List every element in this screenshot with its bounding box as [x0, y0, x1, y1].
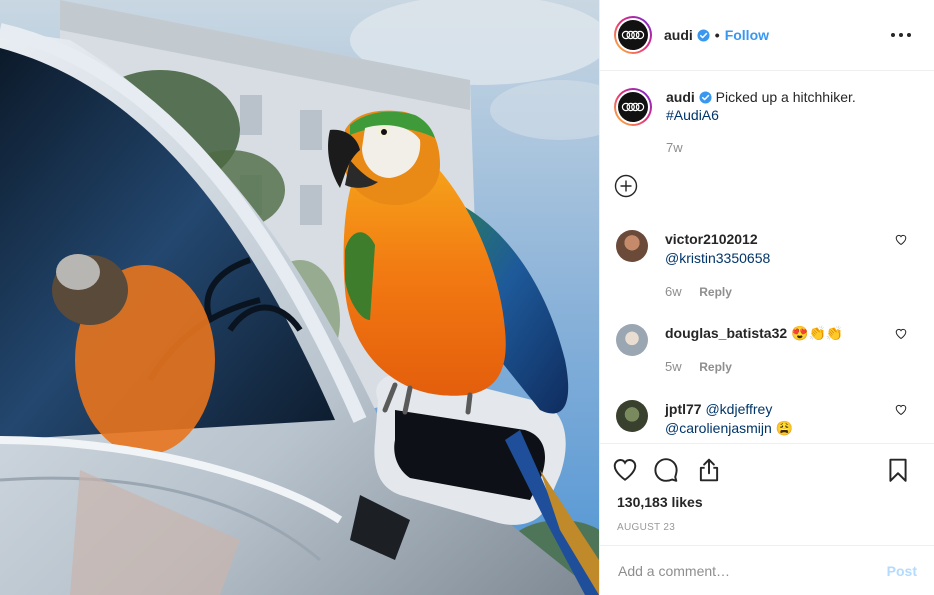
- comment-mention[interactable]: @kdjeffrey: [705, 401, 772, 417]
- plus-circle-icon[interactable]: [614, 174, 638, 198]
- comment-body: victor2102012 @kristin3350658 6w Reply: [665, 230, 885, 302]
- comment-item: douglas_batista32 😍👏👏 5w Reply: [616, 324, 921, 377]
- comment-icon[interactable]: [653, 457, 679, 483]
- caption-text-block: audi Picked up a hitchhiker. #AudiA6 7w: [666, 88, 906, 157]
- add-comment-bar: Post: [600, 545, 934, 595]
- author-avatar[interactable]: [614, 16, 652, 54]
- comment-time[interactable]: 6w: [665, 284, 682, 299]
- post-date: AUGUST 23: [617, 522, 676, 533]
- comment-input[interactable]: [618, 562, 868, 579]
- reply-button[interactable]: Reply: [699, 360, 732, 374]
- comment-mention[interactable]: @carolienjasmijn: [665, 420, 772, 436]
- author-username[interactable]: audi: [664, 27, 693, 43]
- commenter-avatar[interactable]: [616, 400, 648, 432]
- caption-hashtag[interactable]: #AudiA6: [666, 107, 719, 123]
- caption-text: Picked up a hitchhiker.: [715, 89, 856, 105]
- more-options-icon[interactable]: [891, 25, 911, 45]
- comment-username[interactable]: jptl77: [665, 401, 702, 417]
- separator-dot: •: [714, 27, 720, 43]
- audi-rings-icon: [618, 20, 648, 50]
- post-photo[interactable]: [0, 0, 599, 595]
- comment-username[interactable]: victor2102012: [665, 231, 758, 247]
- bookmark-icon[interactable]: [885, 457, 911, 483]
- post-caption: audi Picked up a hitchhiker. #AudiA6 7w: [614, 88, 914, 157]
- comment-item: jptl77 @kdjeffrey @carolienjasmijn 😩: [616, 400, 921, 438]
- caption-time-text[interactable]: 7w: [666, 140, 683, 155]
- follow-button[interactable]: Follow: [725, 27, 769, 43]
- comment-heart-icon[interactable]: [895, 404, 907, 416]
- post-actions: 130,183 likes AUGUST 23: [600, 443, 934, 545]
- parrot-on-car-mirror-image: [0, 0, 599, 595]
- caption-username[interactable]: audi: [666, 89, 695, 105]
- comment-meta: 5w Reply: [665, 357, 885, 377]
- comment-heart-icon[interactable]: [895, 328, 907, 340]
- comments-list[interactable]: audi Picked up a hitchhiker. #AudiA6 7w: [600, 72, 934, 442]
- post-header: audi • Follow: [600, 0, 934, 71]
- author-info: audi • Follow: [664, 27, 769, 43]
- share-icon[interactable]: [696, 457, 722, 483]
- caption-author-avatar[interactable]: [614, 88, 652, 126]
- comment-username[interactable]: douglas_batista32: [665, 325, 787, 341]
- verified-badge-icon: [697, 28, 710, 42]
- verified-badge-icon: [699, 91, 712, 104]
- heart-icon[interactable]: [612, 457, 638, 483]
- comment-body: douglas_batista32 😍👏👏 5w Reply: [665, 324, 885, 377]
- comment-item: victor2102012 @kristin3350658 6w Reply: [616, 230, 921, 302]
- caption-time: 7w: [666, 139, 906, 157]
- instagram-post: audi • Follow audi Picked up a hitchhike…: [0, 0, 934, 595]
- comment-text[interactable]: @kristin3350658: [665, 249, 885, 268]
- post-side-panel: audi • Follow audi Picked up a hitchhike…: [599, 0, 934, 595]
- comment-heart-icon[interactable]: [895, 234, 907, 246]
- comment-emoji: 😩: [775, 420, 794, 436]
- audi-rings-icon: [618, 92, 648, 122]
- comment-time[interactable]: 5w: [665, 359, 682, 374]
- commenter-avatar[interactable]: [616, 324, 648, 356]
- comment-meta: 6w Reply: [665, 282, 885, 302]
- commenter-avatar[interactable]: [616, 230, 648, 262]
- reply-button[interactable]: Reply: [699, 285, 732, 299]
- comment-text: 😍👏👏: [791, 325, 844, 341]
- likes-count[interactable]: 130,183 likes: [617, 494, 703, 510]
- comment-body: jptl77 @kdjeffrey @carolienjasmijn 😩: [665, 400, 885, 438]
- post-comment-button[interactable]: Post: [887, 563, 917, 579]
